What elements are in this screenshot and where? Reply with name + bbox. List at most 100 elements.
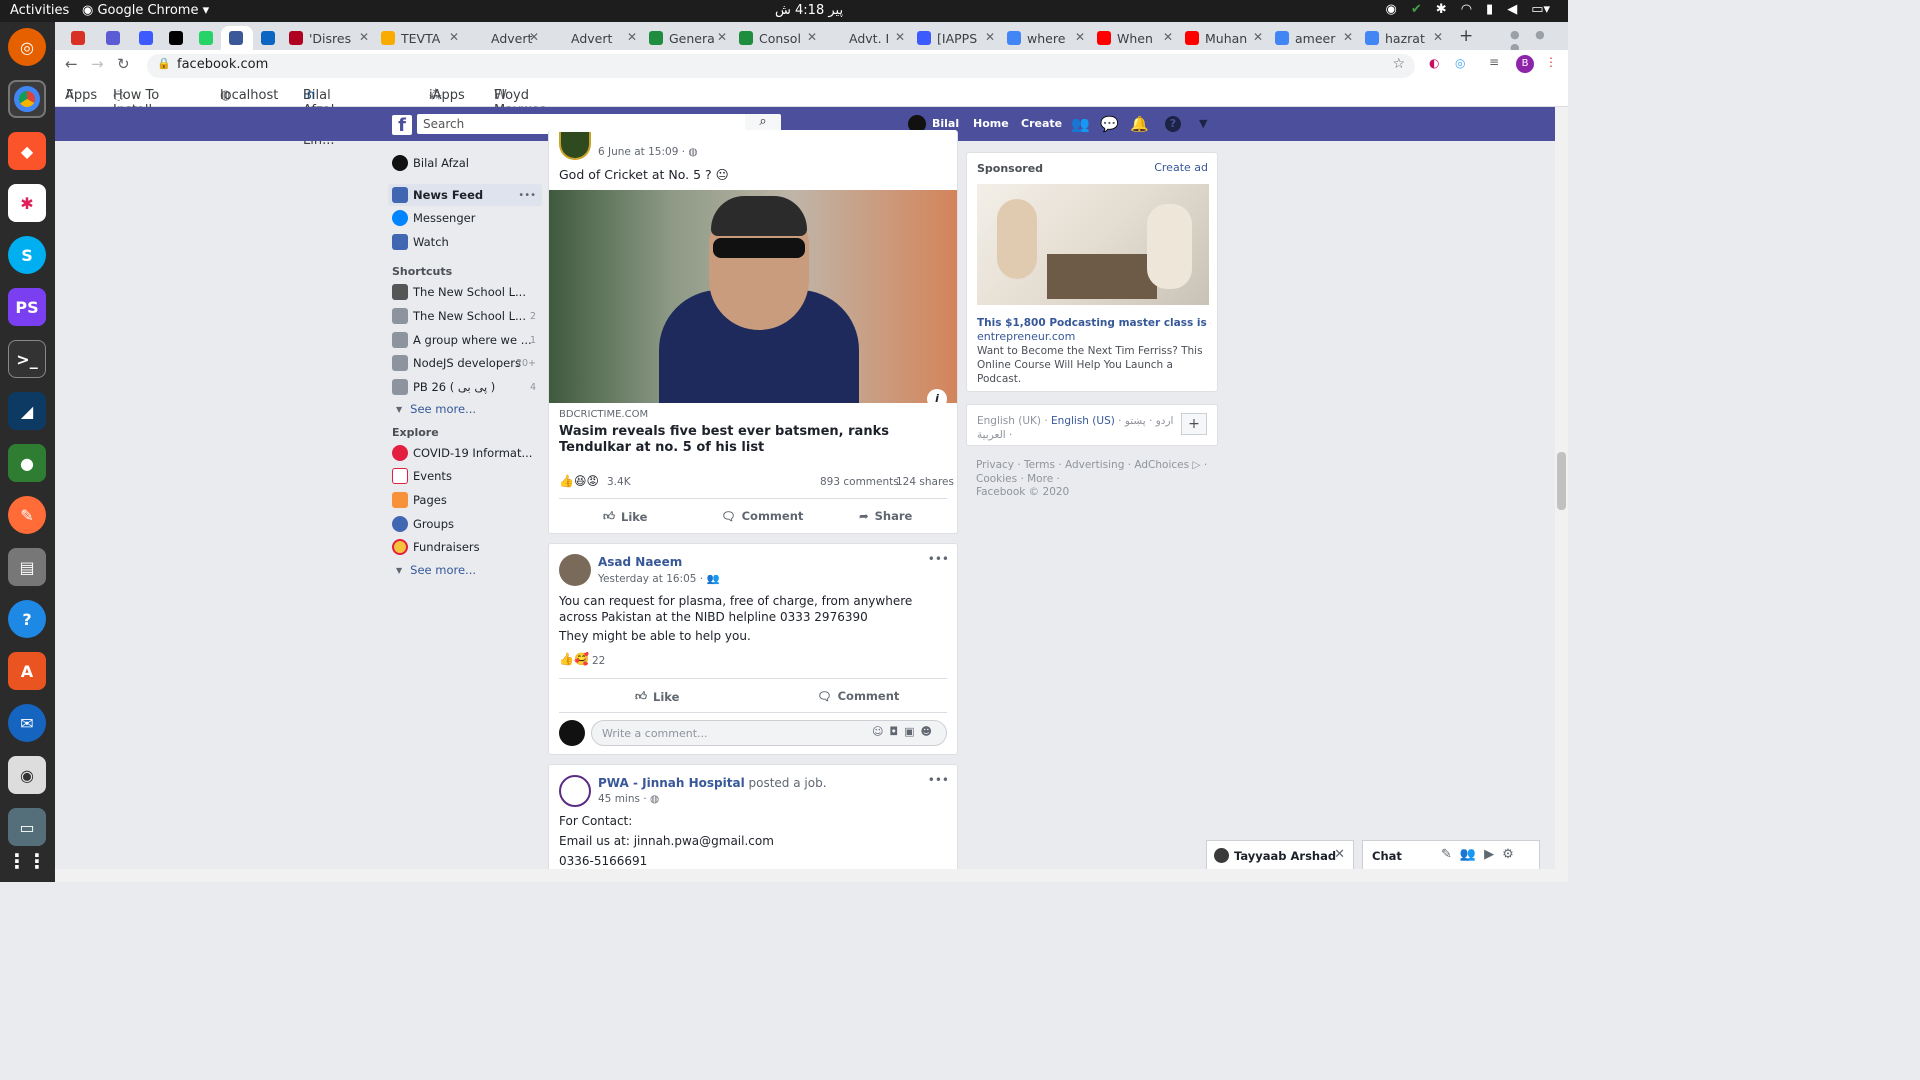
share-button[interactable]: ➦ Share: [859, 509, 912, 523]
emoji-icon[interactable]: ☺: [872, 725, 889, 738]
browser-tab[interactable]: When ✕: [1089, 26, 1177, 50]
shortcut-item[interactable]: The New School L...: [388, 281, 542, 303]
skype-icon[interactable]: S: [8, 236, 46, 274]
avatar[interactable]: [559, 554, 591, 586]
camera-icon[interactable]: ◘: [889, 725, 904, 738]
shortcut-item[interactable]: NodeJS developers 20+: [388, 352, 542, 374]
post-menu-icon[interactable]: •••: [928, 773, 949, 787]
scrollbar-thumb[interactable]: [1557, 452, 1566, 510]
browser-tab[interactable]: Advert ✕: [463, 26, 543, 50]
terminal-icon[interactable]: >_: [8, 340, 46, 378]
thunderbird-icon[interactable]: ✉: [8, 704, 46, 742]
explore-item-covid[interactable]: COVID-19 Informat...: [388, 442, 542, 464]
browser-tab[interactable]: [191, 26, 221, 50]
check-icon[interactable]: ✔: [1411, 2, 1422, 17]
like-button[interactable]: 👍︎ Like: [603, 509, 647, 524]
profile-avatar[interactable]: B: [1516, 55, 1534, 73]
shortcut-item[interactable]: A group where we ... 1: [388, 329, 542, 351]
browser-tab[interactable]: Advert ✕: [543, 26, 641, 50]
footer-links[interactable]: Privacy · Terms · Advertising · AdChoice…: [976, 458, 1210, 486]
post-menu-icon[interactable]: •••: [928, 552, 949, 566]
wifi-icon[interactable]: ◠: [1461, 2, 1472, 17]
create-ad-link[interactable]: Create ad: [1154, 161, 1208, 174]
slack-icon[interactable]: ✱: [8, 184, 46, 222]
link-preview-image[interactable]: i: [549, 190, 957, 403]
browser-tab[interactable]: [221, 26, 253, 50]
vertical-scrollbar[interactable]: [1555, 107, 1568, 869]
post-timestamp[interactable]: 6 June at 15:09 · ◍: [598, 146, 698, 158]
phpstorm-icon[interactable]: PS: [8, 288, 46, 326]
home-link[interactable]: Home: [973, 117, 1009, 130]
see-more-explore[interactable]: ▼ See more...: [388, 559, 542, 581]
show-apps-icon[interactable]: ⋮⋮: [7, 842, 47, 880]
explore-item-pages[interactable]: Pages: [388, 489, 542, 511]
ad-domain[interactable]: entrepreneur.com: [977, 330, 1075, 343]
browser-tab[interactable]: where ✕: [999, 26, 1089, 50]
notifications-icon[interactable]: 🔔: [1130, 115, 1149, 133]
firefox-icon[interactable]: ◎: [8, 28, 46, 66]
rhythmbox-icon[interactable]: ◉: [8, 756, 46, 794]
browser-tab[interactable]: [253, 26, 281, 50]
system-tray[interactable]: ◉ ✔ ✱ ◠ ▮ ◀ ▭▾: [1386, 2, 1550, 17]
browser-tab[interactable]: [161, 26, 191, 50]
post-timestamp[interactable]: 45 mins · ◍: [598, 793, 659, 805]
shortcut-item[interactable]: PB 26 ( پی بی ) 4: [388, 376, 542, 398]
new-tab-icon[interactable]: +: [1459, 26, 1473, 46]
close-tab-icon[interactable]: ✕: [1433, 30, 1443, 44]
comment-count[interactable]: 893 comments: [820, 476, 899, 488]
app-menu[interactable]: ◉ Google Chrome ▾: [82, 3, 209, 18]
sidebar-item-watch[interactable]: Watch: [388, 231, 542, 253]
close-tab-icon[interactable]: ✕: [985, 30, 995, 44]
close-tab-icon[interactable]: ✕: [1075, 30, 1085, 44]
volume-icon[interactable]: ◀: [1507, 2, 1517, 17]
more-options-icon[interactable]: •••: [518, 190, 536, 201]
info-icon[interactable]: i: [927, 389, 947, 403]
reaction-icons[interactable]: 👍😆😡: [559, 474, 599, 488]
see-more-shortcuts[interactable]: ▼ See more...: [388, 398, 542, 420]
close-tab-icon[interactable]: ✕: [1163, 30, 1173, 44]
back-icon[interactable]: ←: [65, 55, 78, 73]
activities-button[interactable]: Activities: [10, 3, 69, 18]
browser-tab[interactable]: hazrat ✕: [1357, 26, 1447, 50]
close-tab-icon[interactable]: ✕: [1253, 30, 1263, 44]
browser-tab[interactable]: Consol ✕: [731, 26, 821, 50]
comment-input[interactable]: Write a comment... ☺◘▣☻: [591, 720, 947, 746]
screen-icon[interactable]: ▭: [8, 808, 46, 846]
friends-icon[interactable]: 👥: [1071, 115, 1090, 133]
close-tab-icon[interactable]: ✕: [529, 30, 539, 44]
browser-tab[interactable]: TEVTA ✕: [373, 26, 463, 50]
share-count[interactable]: 124 shares: [896, 476, 954, 488]
browser-tab[interactable]: [98, 26, 131, 50]
chat-bar[interactable]: Chat ✎👥▶⚙: [1362, 840, 1540, 870]
reaction-count[interactable]: 22: [592, 655, 605, 667]
close-tab-icon[interactable]: ✕: [1343, 30, 1353, 44]
close-tab-icon[interactable]: ✕: [717, 30, 727, 44]
gear-icon[interactable]: ⚙: [1502, 847, 1522, 862]
page-avatar[interactable]: [559, 132, 591, 160]
ad-title[interactable]: This $1,800 Podcasting master class is o…: [977, 317, 1211, 329]
browser-tab[interactable]: [131, 26, 161, 50]
menu-icon[interactable]: ⋮: [1545, 55, 1557, 69]
sticker-icon[interactable]: ☻: [921, 725, 938, 738]
language-list[interactable]: English (UK) · English (US) · اردو · پښت…: [977, 414, 1177, 442]
lock-icon[interactable]: ▮: [1486, 2, 1493, 17]
url-input[interactable]: 🔒 facebook.com ☆: [147, 54, 1415, 78]
browser-tab[interactable]: 'Disres ✕: [281, 26, 373, 50]
profile-link[interactable]: Bilal Afzal: [388, 152, 542, 174]
explore-item-events[interactable]: Events: [388, 465, 542, 487]
like-button[interactable]: 👍︎ Like: [635, 689, 679, 704]
close-icon[interactable]: ✕: [1334, 847, 1345, 862]
close-tab-icon[interactable]: ✕: [627, 30, 637, 44]
browser-tab[interactable]: Muhan ✕: [1177, 26, 1267, 50]
sidebar-item-messenger[interactable]: Messenger: [388, 207, 542, 229]
reaction-count[interactable]: 3.4K: [607, 476, 631, 488]
chat-tab-tayyaab[interactable]: Tayyaab Arshad ✕: [1206, 840, 1354, 870]
files-icon[interactable]: ▤: [8, 548, 46, 586]
close-tab-icon[interactable]: ✕: [359, 30, 369, 44]
explore-item-fundraisers[interactable]: Fundraisers: [388, 536, 542, 558]
close-tab-icon[interactable]: ✕: [895, 30, 905, 44]
explore-item-groups[interactable]: Groups: [388, 513, 542, 535]
media-icon[interactable]: ≡: [1489, 55, 1499, 69]
ad-image[interactable]: [977, 184, 1209, 305]
post-author[interactable]: Asad Naeem: [598, 555, 682, 569]
